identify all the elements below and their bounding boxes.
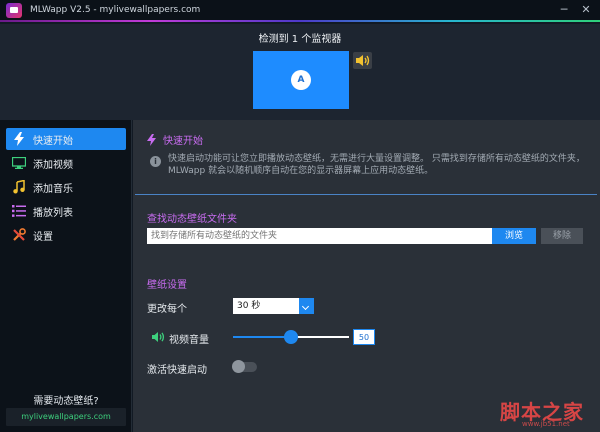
- chevron-down-icon[interactable]: [299, 298, 314, 314]
- window-title: MLWapp V2.5 - mylivewallpapers.com: [30, 5, 201, 15]
- sidebar-item-playlist[interactable]: 播放列表: [6, 200, 126, 222]
- sidebar-item-label: 播放列表: [33, 207, 73, 219]
- sidebar-item-add-video[interactable]: 添加视频: [6, 152, 126, 174]
- section-divider: [135, 194, 597, 195]
- sidebar-item-label: 添加音乐: [33, 183, 73, 195]
- sidebar-item-settings[interactable]: 设置: [6, 224, 126, 246]
- minimize-button[interactable]: ─: [556, 3, 572, 17]
- section-title: 快速开始: [147, 132, 203, 147]
- folder-heading: 查找动态壁纸文件夹: [147, 214, 237, 225]
- monitor-label-badge: A: [291, 70, 311, 90]
- promo-link[interactable]: mylivewallpapers.com: [6, 408, 126, 426]
- monitor-preview[interactable]: A: [253, 51, 349, 109]
- sidebar: 快速开始 添加视频 添加音乐 播放列表 设置 需要动态壁纸? mylivewal…: [0, 120, 132, 432]
- change-every-label: 更改每个: [147, 304, 187, 315]
- volume-slider-thumb[interactable]: [284, 330, 298, 344]
- quick-start-toggle-label: 激活快速启动: [147, 365, 207, 376]
- speaker-icon: [152, 332, 165, 342]
- sidebar-item-label: 设置: [33, 231, 53, 243]
- wallpaper-settings-heading: 壁纸设置: [147, 280, 187, 291]
- watermark-url: www.jb51.net: [522, 420, 570, 428]
- quick-start-toggle[interactable]: [232, 360, 257, 373]
- app-logo-icon: [6, 3, 22, 18]
- lightning-icon: [147, 133, 156, 146]
- change-interval-select[interactable]: 30 秒: [233, 298, 314, 314]
- sidebar-item-quick-start[interactable]: 快速开始: [6, 128, 126, 150]
- sidebar-item-add-music[interactable]: 添加音乐: [6, 176, 126, 198]
- accent-stripe: [0, 20, 600, 22]
- browse-button[interactable]: 浏览: [492, 228, 536, 244]
- monitor-icon: [12, 156, 26, 170]
- title-bar: MLWapp V2.5 - mylivewallpapers.com ─ ✕: [0, 0, 600, 22]
- speaker-icon: [356, 55, 370, 66]
- folder-path-input[interactable]: [147, 228, 492, 244]
- volume-value-field[interactable]: 50: [353, 329, 375, 345]
- video-volume-label: 视频音量: [169, 335, 209, 346]
- sidebar-item-label: 添加视频: [33, 159, 73, 171]
- remove-button[interactable]: 移除: [541, 228, 583, 244]
- lightning-icon: [12, 132, 26, 146]
- section-title-text: 快速开始: [163, 136, 203, 147]
- watermark: 脚本之家 www.jb51.net: [500, 396, 584, 428]
- main-content: 快速开始 i 快速启动功能可让您立即播放动态壁纸，无需进行大量设置调整。 只需找…: [133, 120, 600, 432]
- volume-slider[interactable]: [233, 330, 349, 344]
- sidebar-item-label: 快速开始: [33, 135, 73, 147]
- monitor-sound-button[interactable]: [353, 52, 372, 69]
- music-icon: [12, 180, 26, 194]
- tools-icon: [12, 228, 26, 242]
- volume-slider-fill: [233, 336, 291, 338]
- change-interval-value: 30 秒: [237, 301, 261, 311]
- monitor-count-caption: 检测到 1 个监视器: [258, 34, 342, 45]
- info-text: 快速启动功能可让您立即播放动态壁纸，无需进行大量设置调整。 只需找到存储所有动态…: [168, 154, 585, 176]
- toggle-knob: [232, 360, 245, 373]
- list-icon: [12, 204, 26, 218]
- promo-text: 需要动态壁纸?: [33, 396, 99, 407]
- close-button[interactable]: ✕: [578, 3, 594, 17]
- monitor-panel: 检测到 1 个监视器 A: [0, 24, 600, 120]
- info-icon: i: [150, 156, 161, 167]
